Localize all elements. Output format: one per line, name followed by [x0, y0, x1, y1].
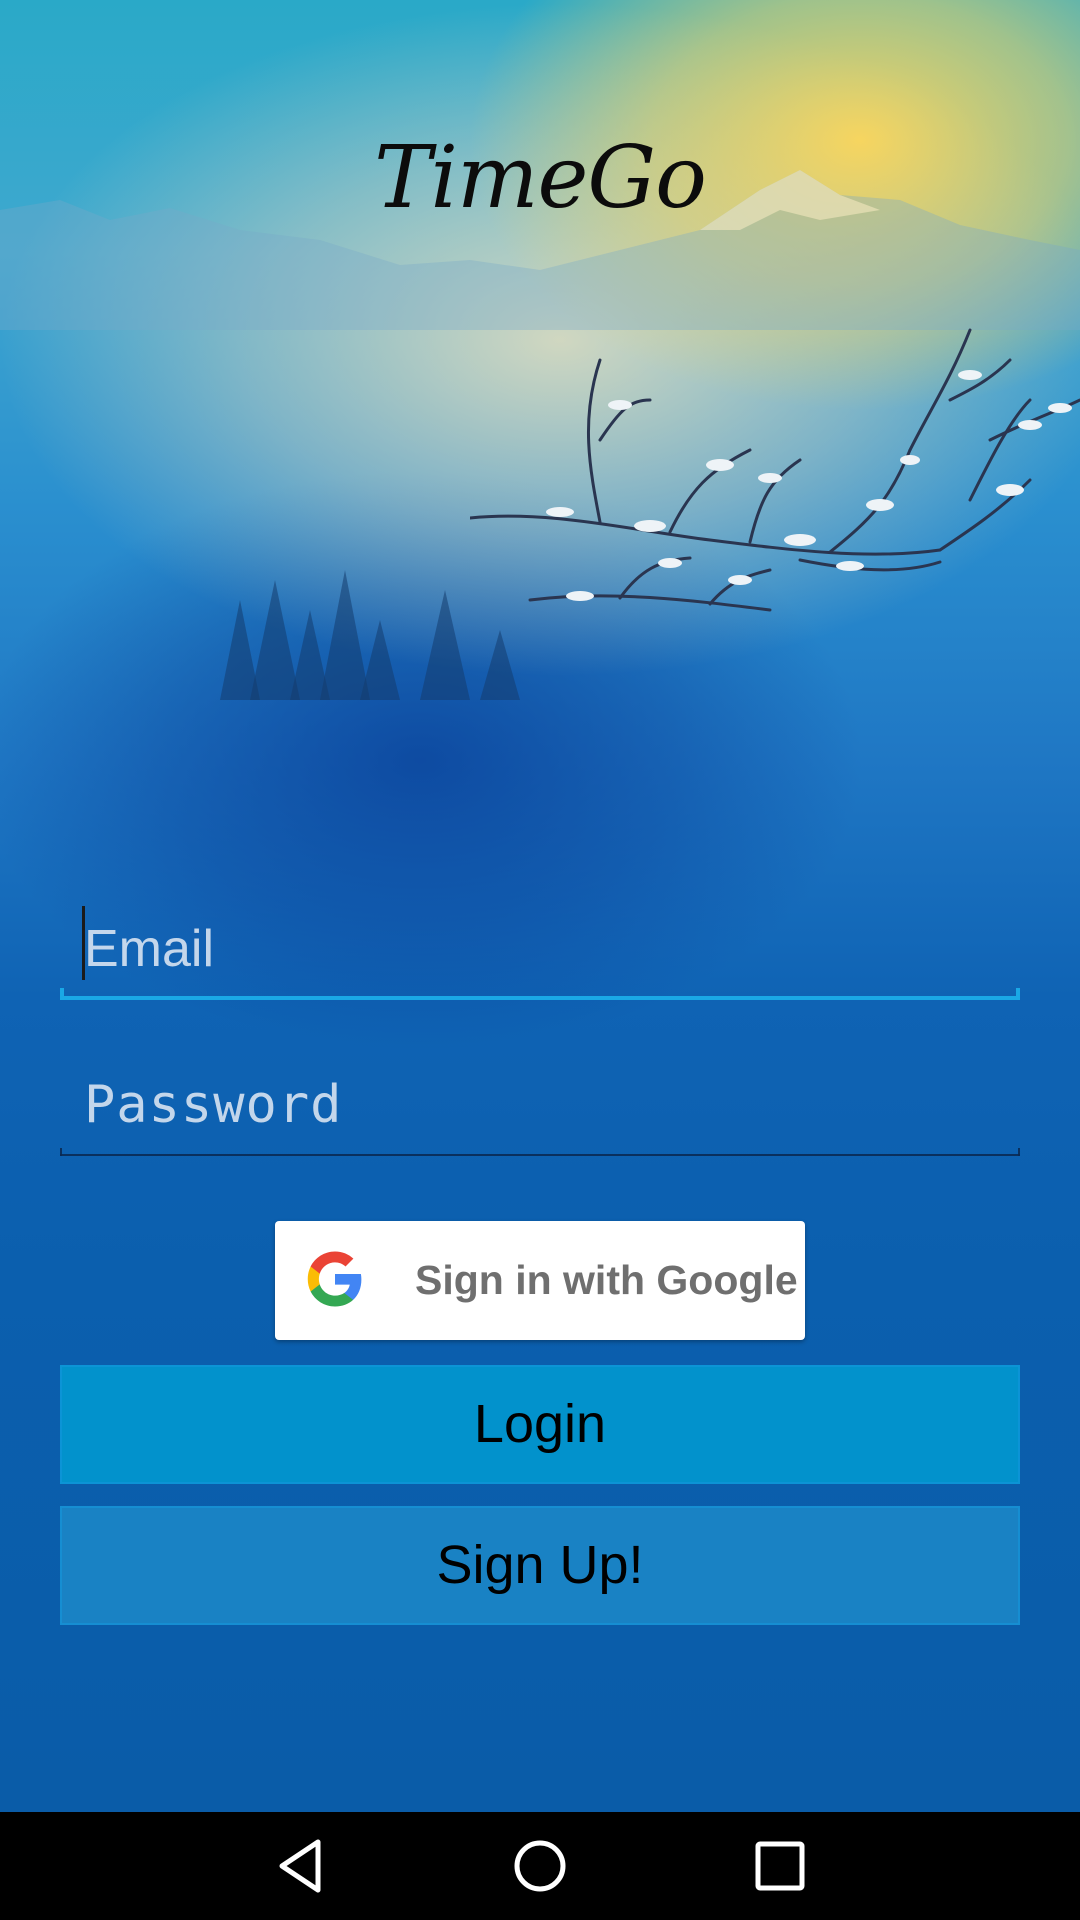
app-logo: TimeGo [374, 128, 707, 228]
back-triangle-icon[interactable] [264, 1830, 336, 1902]
signup-button[interactable]: Sign Up! [60, 1506, 1020, 1625]
home-circle-icon[interactable] [504, 1830, 576, 1902]
google-sign-in-button[interactable]: Sign in with Google [275, 1221, 805, 1340]
email-field-container [60, 906, 1020, 1000]
system-navigation-bar [0, 1812, 1080, 1920]
email-underline [60, 988, 1020, 1000]
snowy-branches [470, 328, 1080, 612]
text-cursor [82, 906, 85, 980]
google-sign-in-label: Sign in with Google [415, 1257, 798, 1303]
login-screen: TimeGo Sign in with Google Login Sign Up… [0, 0, 1080, 1812]
google-g-icon [307, 1251, 362, 1307]
recents-square-icon[interactable] [744, 1830, 816, 1902]
login-button[interactable]: Login [60, 1365, 1020, 1484]
email-input[interactable] [60, 906, 1020, 992]
password-field-container [60, 1062, 1020, 1156]
password-input[interactable] [60, 1062, 1020, 1148]
password-underline [60, 1148, 1020, 1156]
